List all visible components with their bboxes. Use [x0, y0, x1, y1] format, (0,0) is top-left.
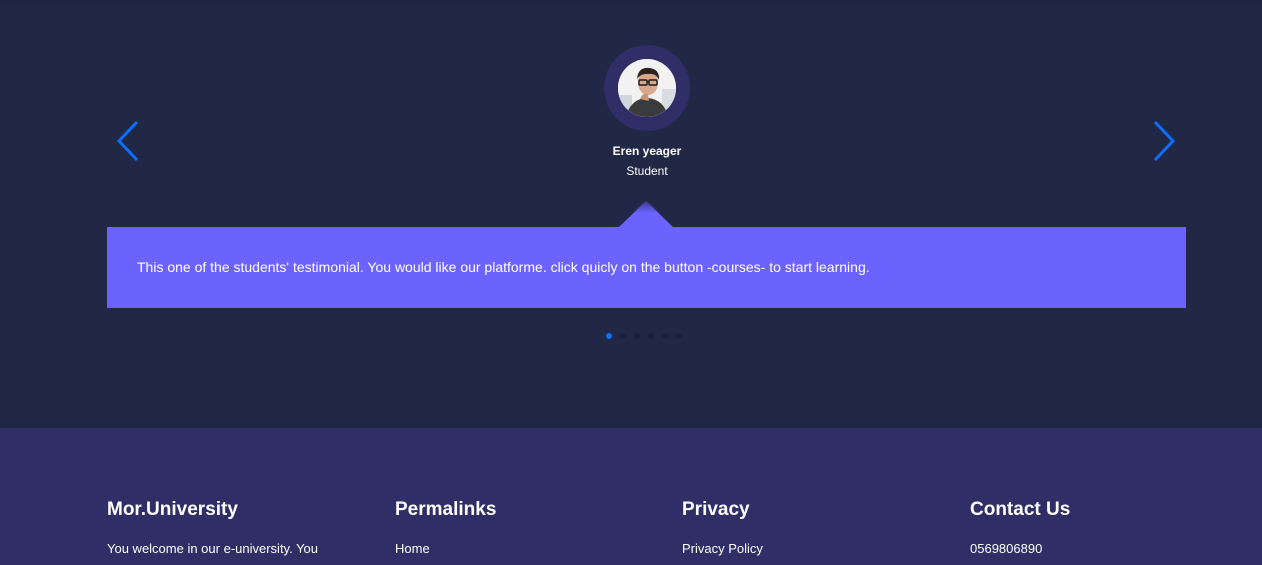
footer-permalinks-title: Permalinks: [395, 499, 497, 520]
testimonial-name: Eren yeager: [612, 144, 682, 158]
footer-brand-title: Mor.University: [107, 499, 238, 520]
footer-contact-title: Contact Us: [970, 499, 1071, 520]
chevron-right-icon: [1153, 120, 1176, 162]
testimonial-role: Student: [626, 164, 668, 178]
testimonial-quote-box: This one of the students' testimonial. Y…: [107, 227, 1186, 308]
footer-permalinks: Permalinks Home: [395, 500, 635, 557]
student-photo: [618, 59, 676, 117]
footer-about: Mor.University You welcome in our e-univ…: [107, 500, 347, 557]
footer-link-home[interactable]: Home: [395, 541, 430, 556]
footer-about-text: You welcome in our e-university. You: [107, 541, 319, 556]
footer-contact: Contact Us 0569806890: [970, 500, 1210, 557]
carousel-dot[interactable]: [648, 333, 654, 339]
site-footer: Mor.University You welcome in our e-univ…: [0, 428, 1262, 565]
carousel-dot[interactable]: [634, 333, 640, 339]
carousel-prev-button[interactable]: [113, 118, 143, 164]
footer-privacy-title: Privacy: [682, 499, 750, 520]
carousel-next-button[interactable]: [1149, 118, 1179, 164]
footer-privacy: Privacy Privacy Policy: [682, 500, 922, 557]
avatar-ring: [604, 45, 690, 131]
carousel-dot[interactable]: [606, 333, 612, 339]
footer-phone: 0569806890: [970, 541, 1043, 556]
footer-link-privacy-policy[interactable]: Privacy Policy: [682, 541, 763, 556]
testimonial-section: Eren yeager Student This one of the stud…: [0, 0, 1262, 428]
carousel-dot[interactable]: [662, 333, 668, 339]
chevron-left-icon: [116, 120, 139, 162]
carousel-dot[interactable]: [620, 333, 626, 339]
testimonial-quote: This one of the students' testimonial. Y…: [137, 259, 870, 275]
carousel-dot[interactable]: [676, 333, 682, 339]
avatar: [618, 59, 676, 117]
carousel-indicators: [606, 333, 682, 340]
